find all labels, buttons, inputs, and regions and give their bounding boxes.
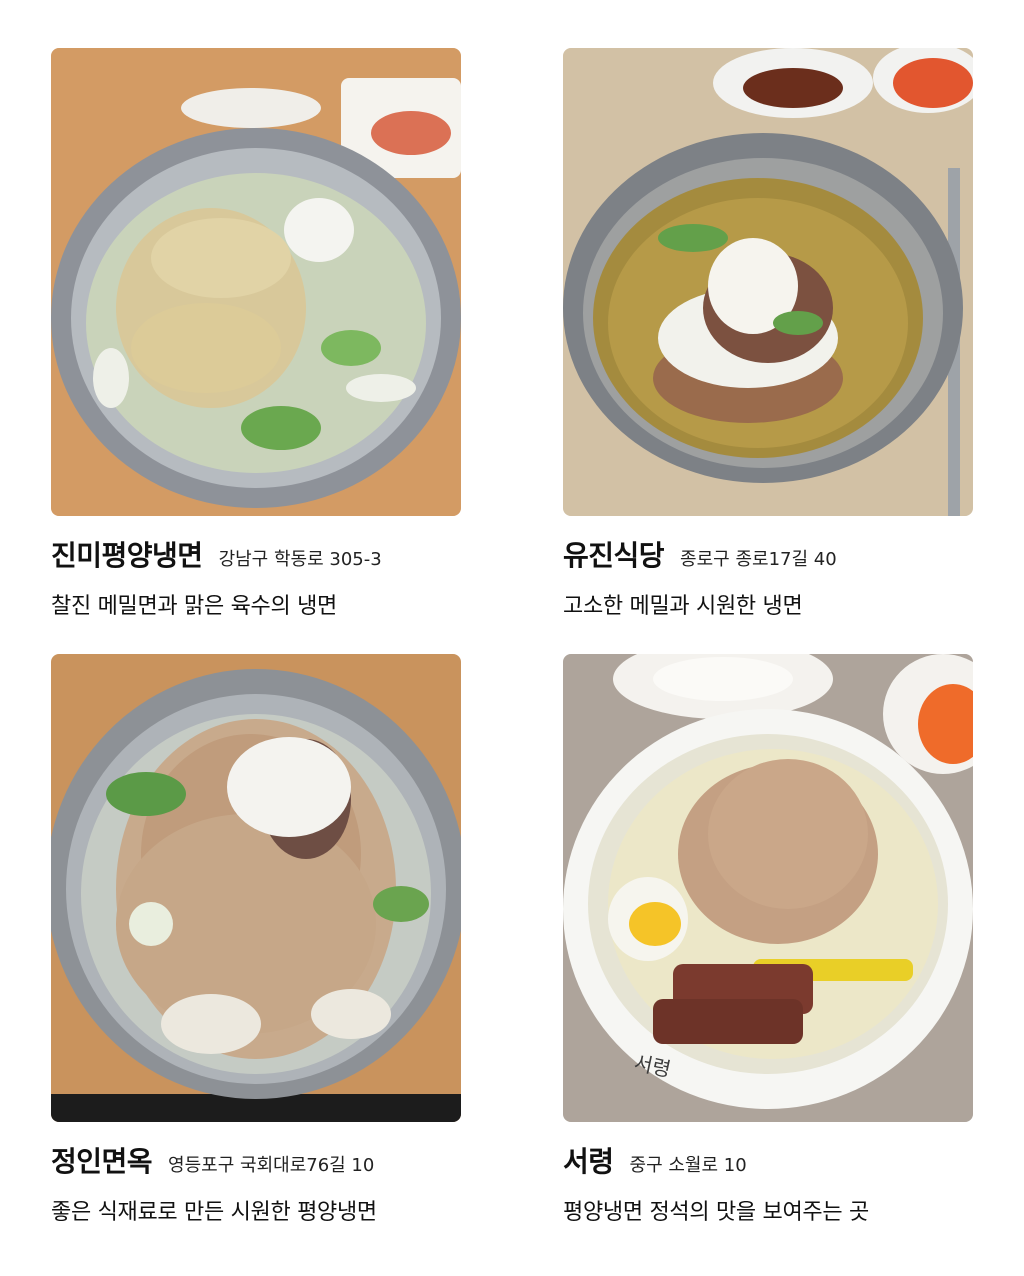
restaurant-card[interactable]: 유진식당 종로구 종로17길 40 고소한 메밀과 시원한 냉면 (563, 48, 973, 620)
naengmyeon-photo (51, 654, 461, 1122)
restaurant-name: 진미평양냉면 (51, 539, 203, 572)
restaurant-card[interactable]: 서령 서령 중구 소월로 10 평양냉면 정석의 맛을 보여주는 곳 (563, 654, 973, 1226)
restaurant-description: 고소한 메밀과 시원한 냉면 (563, 594, 803, 619)
restaurant-description: 찰진 메밀면과 맑은 육수의 냉면 (51, 594, 337, 619)
restaurant-address: 중구 소월로 10 (629, 1155, 747, 1176)
restaurant-name: 유진식당 (563, 539, 665, 572)
naengmyeon-photo: 서령 (563, 654, 973, 1122)
restaurant-card[interactable]: 진미평양냉면 강남구 학동로 305-3 찰진 메밀면과 맑은 육수의 냉면 (51, 48, 461, 620)
restaurant-name: 서령 (563, 1145, 614, 1178)
restaurant-description: 평양냉면 정석의 맛을 보여주는 곳 (563, 1200, 869, 1225)
naengmyeon-photo (563, 48, 973, 516)
restaurant-name: 정인면옥 (51, 1145, 153, 1178)
naengmyeon-photo (51, 48, 461, 516)
restaurant-description: 좋은 식재료로 만든 시원한 평양냉면 (51, 1200, 377, 1225)
restaurant-address: 종로구 종로17길 40 (680, 549, 837, 570)
restaurant-address: 영등포구 국회대로76길 10 (168, 1155, 375, 1176)
restaurant-address: 강남구 학동로 305-3 (218, 549, 382, 570)
restaurant-card[interactable]: 정인면옥 영등포구 국회대로76길 10 좋은 식재료로 만든 시원한 평양냉면 (51, 654, 461, 1226)
